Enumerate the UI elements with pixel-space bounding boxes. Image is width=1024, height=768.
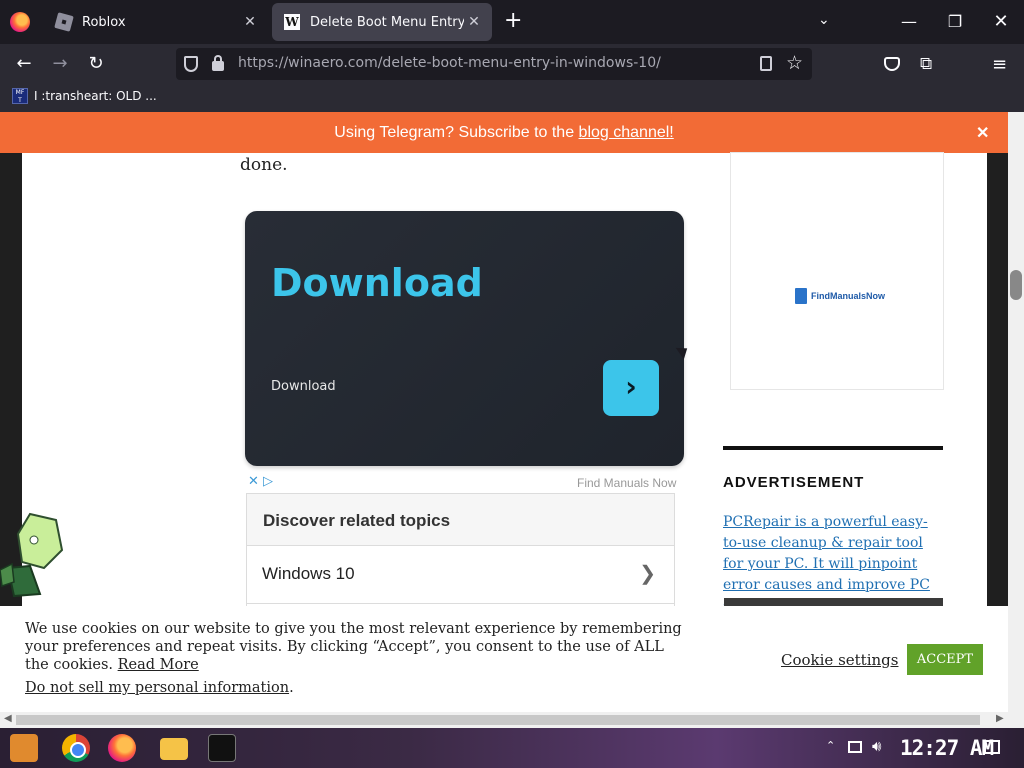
tab-winaero[interactable]: W Delete Boot Menu Entry in Windows 10 ✕: [272, 3, 492, 41]
chevron-right-icon: ❯: [639, 563, 656, 585]
telegram-banner: Using Telegram? Subscribe to the blog ch…: [0, 112, 1008, 153]
findmanualsnow-logo[interactable]: FindManualsNow: [795, 288, 885, 304]
related-topics-header: Discover related topics: [247, 494, 674, 546]
url-bar[interactable]: https://winaero.com/delete-boot-menu-ent…: [176, 48, 812, 80]
download-ad-card[interactable]: Download Download ›: [245, 211, 684, 466]
roblox-icon: [54, 12, 74, 32]
firefox-icon[interactable]: [108, 734, 136, 762]
ad-button-label[interactable]: Download: [271, 379, 336, 394]
scroll-right-icon[interactable]: ▶: [996, 713, 1004, 724]
tracking-shield-icon[interactable]: [184, 56, 198, 72]
extensions-puzzle-icon[interactable]: ⧉: [920, 54, 932, 74]
winaero-icon: W: [284, 14, 300, 30]
bookmarks-toolbar: MF T I :transheart: OLD ...: [0, 84, 1024, 112]
accept-cookies-button[interactable]: ACCEPT: [907, 644, 983, 675]
banner-text: Using Telegram? Subscribe to the: [334, 124, 579, 141]
network-icon[interactable]: [848, 741, 862, 753]
notification-center-icon[interactable]: [984, 740, 1000, 754]
start-button[interactable]: [10, 734, 38, 762]
scroll-left-icon[interactable]: ◀: [4, 713, 12, 724]
file-explorer-icon[interactable]: [160, 738, 188, 760]
maximize-button[interactable]: ❐: [940, 8, 970, 36]
pocket-icon[interactable]: [884, 57, 900, 71]
sidebar-divider: [723, 446, 943, 450]
page-viewport: Using Telegram? Subscribe to the blog ch…: [0, 112, 1024, 728]
horizontal-scrollbar-thumb[interactable]: [16, 715, 980, 725]
book-icon: [795, 288, 807, 304]
tab-bar: Roblox ✕ W Delete Boot Menu Entry in Win…: [0, 0, 1024, 44]
related-topic-item[interactable]: Windows 10 ❯: [247, 546, 674, 604]
list-tabs-chevron-icon[interactable]: ⌄: [818, 12, 830, 28]
hamburger-menu-icon[interactable]: ≡: [992, 54, 1007, 75]
close-window-button[interactable]: ✕: [986, 8, 1016, 36]
tab-roblox[interactable]: Roblox ✕: [44, 2, 268, 42]
bookmark-item[interactable]: MF T I :transheart: OLD ...: [12, 88, 157, 104]
terminal-icon[interactable]: [208, 734, 236, 762]
volume-icon[interactable]: 🔊︎: [872, 737, 881, 755]
close-tab-icon[interactable]: ✕: [464, 14, 484, 30]
taskbar-clock[interactable]: 12:27 AM: [900, 736, 994, 760]
url-path: /delete-boot-menu-entry-in-windows-10/: [377, 55, 661, 71]
horizontal-scrollbar[interactable]: ◀ ▶: [0, 712, 1024, 728]
forward-arrow-icon[interactable]: →: [48, 52, 72, 76]
new-tab-button[interactable]: +: [504, 10, 522, 32]
do-not-sell-text: Do not sell my personal information.: [25, 680, 294, 696]
scrollbar-thumb[interactable]: [1010, 270, 1022, 300]
firefox-view-icon[interactable]: [10, 12, 30, 32]
sidebar-ad-box[interactable]: FindManualsNow: [730, 152, 944, 390]
read-more-link[interactable]: Read More: [118, 657, 199, 673]
banner-close-icon[interactable]: ✕: [976, 123, 989, 143]
cookie-consent-banner: We use cookies on our website to give yo…: [0, 606, 1008, 712]
bookmark-favicon: MF T: [12, 88, 28, 104]
tab-title: Roblox: [82, 14, 126, 30]
close-tab-icon[interactable]: ✕: [240, 14, 260, 30]
ad-brand-label: FindManualsNow: [811, 291, 885, 301]
peridot-mascot-image: [0, 512, 64, 598]
blog-channel-link[interactable]: blog channel!: [579, 124, 674, 141]
do-not-sell-link[interactable]: Do not sell my personal information: [25, 680, 289, 696]
tab-title: Delete Boot Menu Entry in Windows 10: [310, 14, 464, 30]
related-topic-label: Windows 10: [262, 564, 355, 583]
lock-icon[interactable]: [212, 55, 224, 71]
chrome-icon[interactable]: [62, 734, 90, 762]
banner-message: Using Telegram? Subscribe to the blog ch…: [0, 124, 1008, 142]
adchoices-icon[interactable]: ✕ ▷: [248, 474, 273, 489]
navigation-toolbar: ← → ↻ https://winaero.com/delete-boot-me…: [0, 44, 1024, 84]
windows-taskbar: ⌃ 🔊︎ 12:27 AM: [0, 728, 1024, 768]
vertical-scrollbar[interactable]: [1008, 112, 1024, 728]
reload-icon[interactable]: ↻: [84, 52, 108, 76]
sidebar-section-title: ADVERTISEMENT: [723, 474, 865, 491]
ad-arrow-button[interactable]: ›: [603, 360, 659, 416]
cookie-settings-link[interactable]: Cookie settings: [781, 651, 898, 669]
article-text: done.: [240, 155, 288, 175]
cookie-text: We use cookies on our website to give yo…: [25, 620, 685, 674]
tray-overflow-chevron-icon[interactable]: ⌃: [826, 739, 835, 752]
url-host: https://winaero.com: [238, 55, 378, 71]
bookmark-label: I :transheart: OLD ...: [34, 89, 157, 103]
url-text[interactable]: https://winaero.com/delete-boot-menu-ent…: [238, 55, 661, 71]
minimize-button[interactable]: —: [894, 8, 924, 36]
back-arrow-icon[interactable]: ←: [12, 52, 36, 76]
reader-view-icon[interactable]: [760, 56, 772, 71]
ad-headline[interactable]: Download: [271, 261, 483, 305]
ad-sponsor-label[interactable]: Find Manuals Now: [577, 476, 676, 490]
bookmark-star-icon[interactable]: ☆: [786, 52, 803, 74]
